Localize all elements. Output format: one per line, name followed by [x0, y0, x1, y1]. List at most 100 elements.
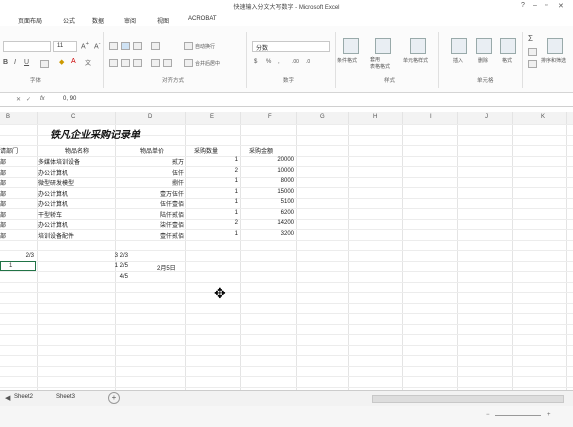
cell-price[interactable]: 陆仟贰佰: [140, 210, 184, 219]
cell-item[interactable]: 办公计算机: [38, 199, 68, 208]
wrap-text-label[interactable]: 自动换行: [195, 43, 215, 50]
restore-icon[interactable]: ▫: [545, 2, 547, 9]
selected-cell[interactable]: 1: [0, 261, 36, 271]
zoom-slider[interactable]: [495, 415, 541, 416]
number-format-dropdown[interactable]: 分数: [252, 41, 330, 52]
add-sheet-icon[interactable]: +: [108, 392, 120, 404]
sheet-tab-sheet3[interactable]: Sheet3: [56, 394, 75, 400]
cell-amount[interactable]: 3200: [249, 231, 294, 237]
cell-item[interactable]: 干型轿车: [38, 210, 62, 219]
horizontal-scrollbar[interactable]: [372, 395, 564, 403]
zoom-minus-icon[interactable]: −: [486, 412, 490, 418]
col-e-header[interactable]: E: [210, 114, 214, 120]
comma-icon[interactable]: ,: [278, 59, 280, 65]
header-dept[interactable]: 请部门: [0, 146, 18, 155]
cell-qty[interactable]: 2: [196, 220, 238, 226]
help-icon[interactable]: ?: [521, 2, 525, 9]
format-as-table-icon[interactable]: [375, 38, 391, 54]
clear-icon[interactable]: [528, 60, 537, 68]
tab-view[interactable]: 视图: [157, 16, 169, 25]
tab-acrobat[interactable]: ACROBAT: [188, 16, 217, 22]
cell-b-fraction[interactable]: 2/3: [0, 253, 34, 259]
delete-cells-icon[interactable]: [476, 38, 492, 54]
grow-font-icon[interactable]: A+: [81, 41, 89, 50]
percent-icon[interactable]: %: [266, 59, 271, 65]
align-right-icon[interactable]: [133, 59, 142, 67]
header-amount[interactable]: 采购金额: [249, 146, 273, 155]
cell-dept[interactable]: 部: [0, 178, 6, 187]
col-i-header[interactable]: I: [430, 114, 432, 120]
col-c-header[interactable]: C: [71, 114, 75, 120]
header-qty[interactable]: 采购数量: [194, 146, 218, 155]
close-icon[interactable]: ✕: [558, 2, 564, 10]
bold-icon[interactable]: B: [3, 59, 8, 66]
cell-dept[interactable]: 部: [0, 189, 6, 198]
underline-icon[interactable]: U: [24, 59, 29, 66]
col-d-header[interactable]: D: [148, 114, 152, 120]
insert-cells-label[interactable]: 插入: [453, 57, 463, 64]
col-k-header[interactable]: K: [541, 114, 545, 120]
cell-qty[interactable]: 1: [196, 178, 238, 184]
sheet-tab-sheet2[interactable]: Sheet2: [14, 394, 33, 400]
align-center-icon[interactable]: [121, 59, 130, 67]
decrease-decimal-icon[interactable]: .0: [306, 59, 310, 65]
format-cells-icon[interactable]: [500, 38, 516, 54]
minimize-icon[interactable]: –: [533, 2, 537, 9]
tab-formulas[interactable]: 公式: [63, 16, 75, 25]
cell-amount[interactable]: 14200: [249, 220, 294, 226]
cell-amount[interactable]: 5100: [249, 199, 294, 205]
fill-icon[interactable]: [528, 48, 537, 56]
sort-filter-icon[interactable]: [547, 38, 563, 54]
cell-amount[interactable]: 10000: [249, 168, 294, 174]
cell-price[interactable]: 捌仟: [140, 178, 184, 187]
cell-styles-icon[interactable]: [410, 38, 426, 54]
sheet-title[interactable]: 铁凡企业采购记录单: [50, 126, 140, 141]
cell-item[interactable]: 培训设备配件: [38, 231, 74, 240]
cell-price[interactable]: 柒仟壹佰: [140, 220, 184, 229]
cell-dept[interactable]: 部: [0, 231, 6, 240]
cell-qty[interactable]: 1: [196, 210, 238, 216]
cell-price[interactable]: 壹仟贰佰: [140, 231, 184, 240]
col-h-header[interactable]: H: [373, 114, 377, 120]
cell-qty[interactable]: 1: [196, 157, 238, 163]
conditional-formatting-label[interactable]: 条件格式: [337, 57, 357, 64]
currency-icon[interactable]: $: [254, 59, 257, 65]
wrap-text-icon[interactable]: [184, 42, 193, 50]
conditional-formatting-icon[interactable]: [343, 38, 359, 54]
cell-amount[interactable]: 8000: [249, 178, 294, 184]
cell-dept[interactable]: 部: [0, 168, 6, 177]
cell-dept[interactable]: 部: [0, 220, 6, 229]
cell-c-mixed-1[interactable]: 3 2/3: [80, 253, 128, 259]
merge-center-label[interactable]: 合并后居中: [195, 60, 220, 67]
increase-decimal-icon[interactable]: .00: [292, 59, 299, 65]
cell-c-mixed-2[interactable]: 1 2/5: [80, 263, 128, 269]
col-b-header[interactable]: B: [6, 114, 10, 120]
tab-page-layout[interactable]: 页面布局: [18, 16, 42, 25]
font-color-icon[interactable]: A: [71, 58, 76, 65]
cell-item[interactable]: 微型研发模型: [38, 178, 74, 187]
col-f-header[interactable]: F: [268, 114, 272, 120]
increase-indent-icon[interactable]: [163, 59, 172, 67]
cell-item[interactable]: 办公计算机: [38, 168, 68, 177]
sort-filter-label[interactable]: 排序和筛选: [541, 57, 566, 64]
align-left-icon[interactable]: [109, 59, 118, 67]
tab-data[interactable]: 数据: [92, 16, 104, 25]
cell-dept[interactable]: 部: [0, 210, 6, 219]
zoom-plus-icon[interactable]: +: [547, 412, 551, 418]
align-middle-icon[interactable]: [121, 42, 130, 50]
cell-price[interactable]: 伍仟壹佰: [140, 199, 184, 208]
autosum-icon[interactable]: Σ: [528, 34, 533, 43]
cell-qty[interactable]: 1: [196, 199, 238, 205]
cell-item[interactable]: 办公计算机: [38, 189, 68, 198]
delete-cells-label[interactable]: 删除: [478, 57, 488, 64]
font-size-dropdown[interactable]: 11: [53, 41, 77, 52]
cell-item[interactable]: 办公计算机: [38, 220, 68, 229]
font-name-dropdown[interactable]: [3, 41, 51, 52]
format-cells-label[interactable]: 格式: [502, 57, 512, 64]
tab-review[interactable]: 审阅: [124, 16, 136, 25]
cell-dept[interactable]: 部: [0, 157, 6, 166]
italic-icon[interactable]: I: [14, 59, 16, 66]
cell-qty[interactable]: 2: [196, 168, 238, 174]
cell-styles-label[interactable]: 单元格样式: [403, 57, 428, 64]
cell-amount[interactable]: 6200: [249, 210, 294, 216]
